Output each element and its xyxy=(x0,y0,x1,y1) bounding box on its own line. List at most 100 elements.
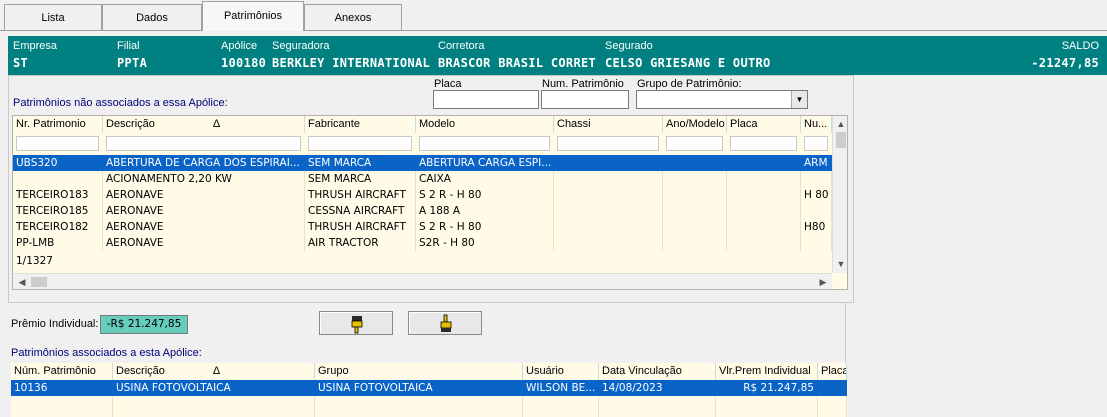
col-header-nr-patrimonio[interactable]: Nr. Patrimonio xyxy=(13,116,103,133)
col-header-nu[interactable]: Nu... xyxy=(801,116,832,133)
col-header-label: Vlr.Prem Individual xyxy=(719,365,811,377)
unassociated-title: Patrimônios não associados a essa Apólic… xyxy=(13,97,228,109)
scroll-left-icon[interactable]: ◀ xyxy=(15,276,29,288)
tab-dados[interactable]: Dados xyxy=(102,4,202,30)
scroll-up-icon[interactable]: ▲ xyxy=(834,118,847,130)
cell-ano-modelo xyxy=(663,203,727,219)
table-row[interactable]: UBS320 ABERTURA DE CARGA DOS ESPIRAI... SE… xyxy=(13,155,832,171)
col-header-chassi[interactable]: Chassi xyxy=(554,116,663,133)
col-header-label: Grupo xyxy=(318,365,349,377)
table-row[interactable]: PP-LMB AERONAVE AIR TRACTOR S2R - H 80 xyxy=(13,235,832,251)
cell-chassi xyxy=(554,187,663,203)
cell-fabricante: THRUSH AIRCRAFT xyxy=(308,221,406,233)
col-header-label: Núm. Patrimônio xyxy=(14,365,96,377)
apolice-label: Apólice xyxy=(221,40,258,52)
col-header-fabricante[interactable]: Fabricante xyxy=(305,116,416,133)
segurado-value: CELSO GRIESANG E OUTRO xyxy=(605,56,771,70)
cell-modelo: S2R - H 80 xyxy=(419,237,475,249)
column-filter-input[interactable] xyxy=(804,136,828,151)
cell-chassi xyxy=(554,203,663,219)
cell-modelo: S 2 R - H 80 xyxy=(419,221,482,233)
column-filter-input[interactable] xyxy=(106,136,301,151)
col-header-data-vinculacao[interactable]: Data Vinculação xyxy=(599,363,716,380)
cell-chassi xyxy=(554,219,663,235)
table-row[interactable]: ACIONAMENTO 2,20 KW SEM MARCA CAIXA xyxy=(13,171,832,187)
cell-placa xyxy=(727,203,801,219)
tab-patrimonios[interactable]: Patrimônios xyxy=(202,1,304,31)
cell-modelo: ABERTURA CARGA ESPI... xyxy=(419,157,552,169)
premio-value[interactable]: -R$ 21.247,85 xyxy=(100,315,188,334)
col-header-label: Placa xyxy=(821,365,847,377)
column-filter-input[interactable] xyxy=(308,136,412,151)
segurado-label: Segurado xyxy=(605,40,653,52)
col-header-label: Placa xyxy=(730,118,758,130)
cell-grupo: USINA FOTOVOLTAICA xyxy=(318,382,433,394)
col-header-modelo[interactable]: Modelo xyxy=(416,116,554,133)
cell-nr-patrimonio: TERCEIRO183 xyxy=(16,189,89,201)
grupo-filter-label: Grupo de Patrimônio: xyxy=(637,78,742,90)
corretora-label: Corretora xyxy=(438,40,485,52)
column-filter-input[interactable] xyxy=(16,136,99,151)
vertical-scrollbar[interactable]: ▲ ▼ xyxy=(832,116,847,273)
h-scroll-thumb[interactable] xyxy=(31,277,47,287)
col-header-label: Descrição xyxy=(106,118,155,130)
num-patrimonio-filter-label: Num. Patrimônio xyxy=(542,78,624,90)
placa-filter-label: Placa xyxy=(434,78,462,90)
saldo-value: -21247,85 xyxy=(1031,56,1099,70)
scroll-thumb[interactable] xyxy=(836,132,846,148)
cell-ano-modelo xyxy=(663,187,727,203)
num-patrimonio-filter-input[interactable] xyxy=(541,90,629,109)
corretora-value: BRASCOR BRASIL CORRET xyxy=(438,56,597,70)
table-row[interactable]: TERCEIRO182 AERONAVE THRUSH AIRCRAFT S 2 R … xyxy=(13,219,832,235)
associate-button[interactable] xyxy=(319,311,393,335)
cell-chassi xyxy=(554,155,663,171)
associated-grid: Núm. Patrimônio Descrição Δ Grupo Usuário Dat… xyxy=(11,363,847,417)
col-header-label: Chassi xyxy=(557,118,591,130)
col-header-grupo[interactable]: Grupo xyxy=(315,363,523,380)
cell-placa xyxy=(727,155,801,171)
col-header-descricao[interactable]: Descrição Δ xyxy=(103,116,305,133)
horizontal-scrollbar[interactable]: ◀ ▶ xyxy=(13,273,832,289)
col-header-descricao[interactable]: Descrição Δ xyxy=(113,363,315,380)
cell-data-vinculacao: 14/08/2023 xyxy=(602,382,663,394)
col-header-num-patrimonio[interactable]: Núm. Patrimônio xyxy=(11,363,113,380)
cell-nr-patrimonio: UBS320 xyxy=(16,157,58,169)
cell-descricao: USINA FOTOVOLTAICA xyxy=(116,382,231,394)
unassociated-grid: Nr. Patrimonio Descrição Δ Fabricante Modelo… xyxy=(12,115,848,290)
cell-placa xyxy=(727,219,801,235)
col-header-usuario[interactable]: Usuário xyxy=(523,363,599,380)
column-filter-input[interactable] xyxy=(666,136,723,151)
table-row[interactable]: TERCEIRO183 AERONAVE THRUSH AIRCRAFT S 2 R … xyxy=(13,187,832,203)
cell-ano-modelo xyxy=(663,155,727,171)
scroll-right-icon[interactable]: ▶ xyxy=(816,276,830,288)
policy-header: Empresa ST Filial PPTA Apólice 100180 Se… xyxy=(8,36,1107,75)
table-row[interactable]: 10136 USINA FOTOVOLTAICA USINA FOTOVOLTAIC… xyxy=(11,380,847,396)
table-row[interactable]: TERCEIRO185 AERONAVE CESSNA AIRCRAFT A 188 … xyxy=(13,203,832,219)
hand-down-icon xyxy=(351,316,363,334)
cell-placa xyxy=(818,380,847,396)
tab-lista[interactable]: Lista xyxy=(4,4,102,30)
grupo-patrimonio-select[interactable]: ▼ xyxy=(636,90,808,109)
cell-vlr-prem-individual: R$ 21.247,85 xyxy=(743,382,814,394)
col-header-placa[interactable]: Placa xyxy=(818,363,847,380)
column-filter-input[interactable] xyxy=(419,136,550,151)
col-header-label: Descrição xyxy=(116,365,165,377)
placa-filter-input[interactable] xyxy=(433,90,539,109)
col-header-label: Nu... xyxy=(804,118,828,130)
col-header-placa[interactable]: Placa xyxy=(727,116,801,133)
cell-modelo: S 2 R - H 80 xyxy=(419,189,482,201)
cell-ano-modelo xyxy=(663,171,727,187)
cell-nr-patrimonio: TERCEIRO185 xyxy=(16,205,89,217)
cell-nr-patrimonio: PP-LMB xyxy=(16,237,55,249)
scroll-down-icon[interactable]: ▼ xyxy=(834,258,847,270)
dissociate-button[interactable] xyxy=(408,311,482,335)
hand-up-icon xyxy=(440,314,452,332)
cell-ano-modelo xyxy=(663,235,727,251)
col-header-vlr-prem-individual[interactable]: Vlr.Prem Individual xyxy=(716,363,818,380)
chevron-down-icon[interactable]: ▼ xyxy=(791,91,807,108)
tab-anexos[interactable]: Anexos xyxy=(304,4,402,30)
column-filter-input[interactable] xyxy=(730,136,797,151)
column-filter-input[interactable] xyxy=(557,136,659,151)
cell-fabricante: THRUSH AIRCRAFT xyxy=(308,189,406,201)
col-header-ano-modelo[interactable]: Ano/Modelo xyxy=(663,116,727,133)
